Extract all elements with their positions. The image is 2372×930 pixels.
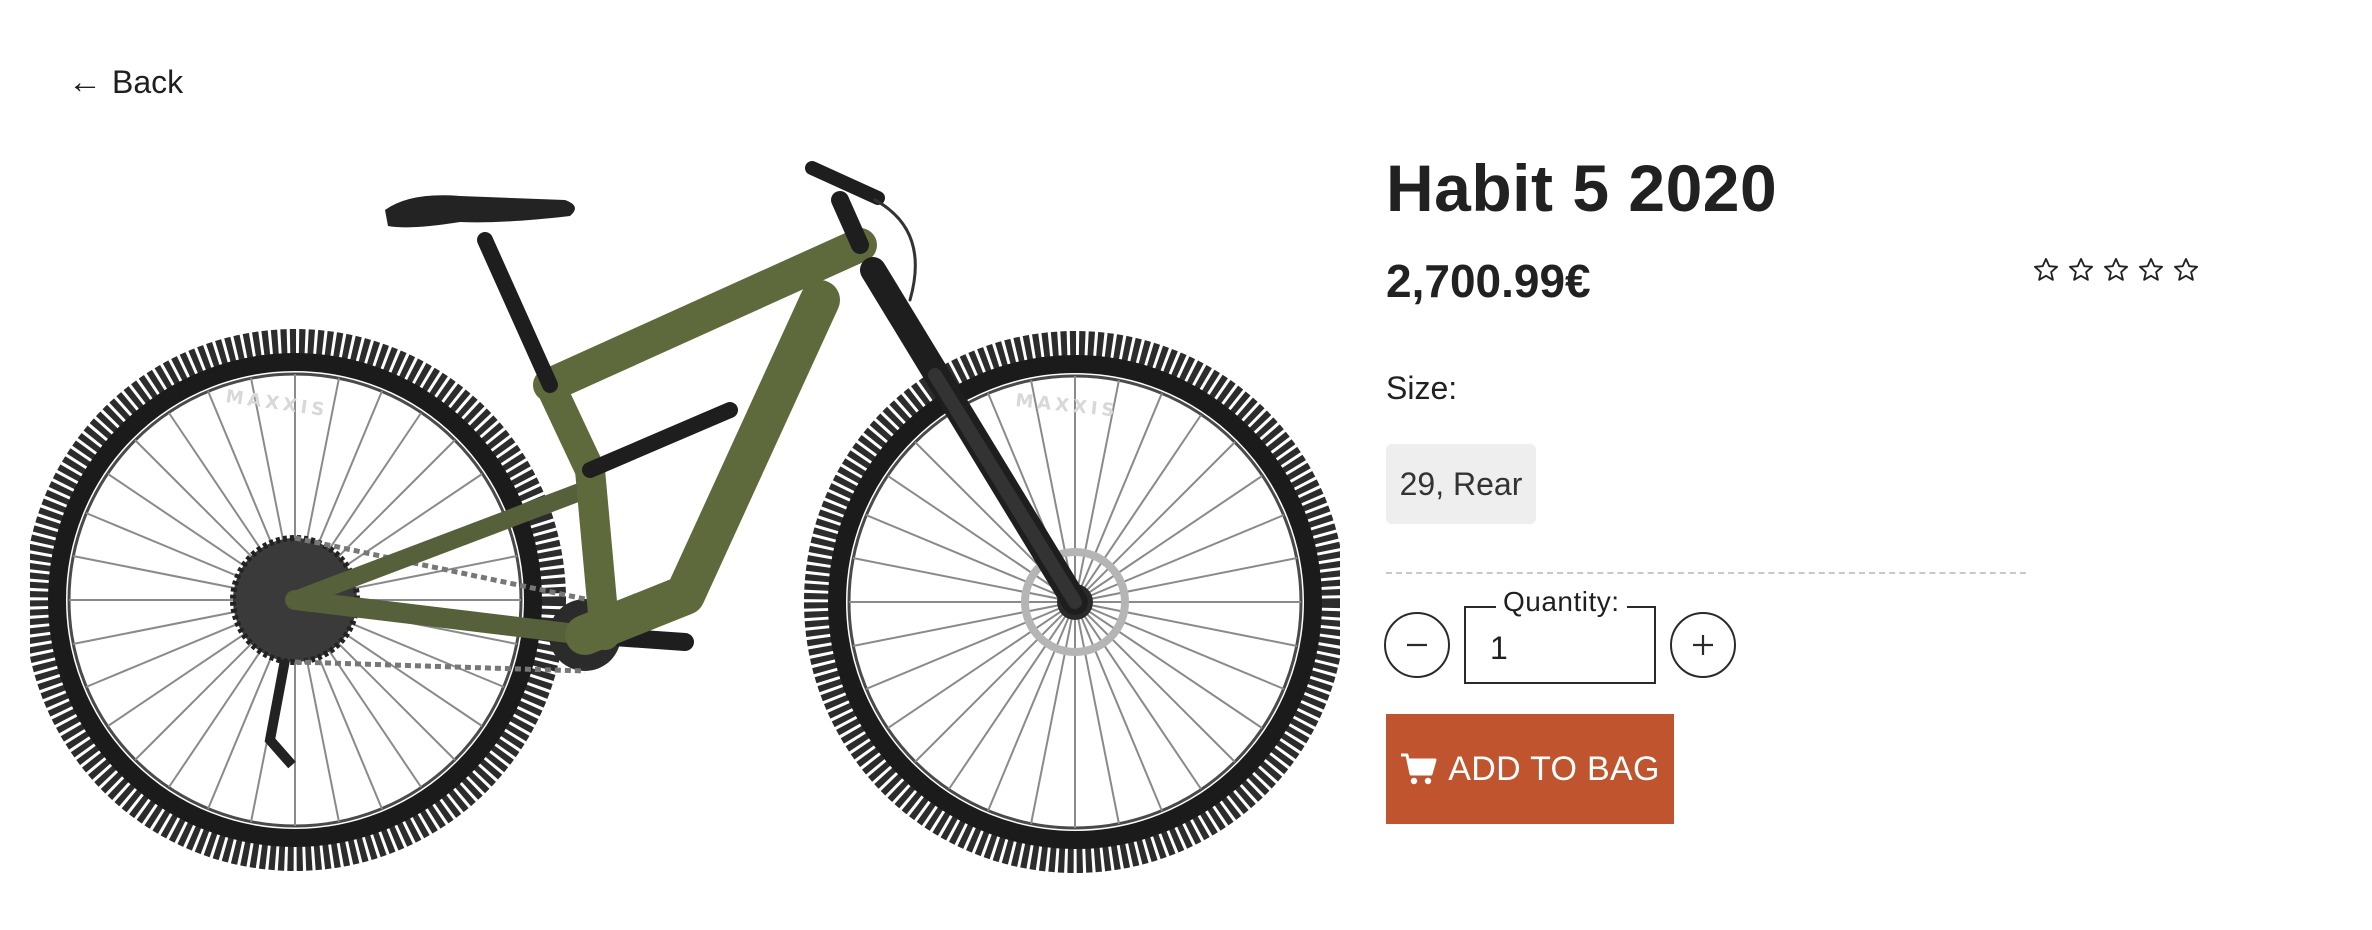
svg-text:MAXXIS: MAXXIS [224, 386, 329, 421]
star-rating[interactable] [2032, 256, 2200, 284]
star-icon[interactable] [2172, 256, 2200, 284]
minus-icon [1407, 643, 1427, 647]
bike-illustration: MAXXIS MAXXIS [30, 161, 1340, 873]
svg-text:MAXXIS: MAXXIS [1014, 390, 1119, 422]
product-image: MAXXIS MAXXIS [30, 140, 1340, 880]
increase-quantity-button[interactable] [1670, 612, 1736, 678]
product-price: 2,700.99€ [1386, 255, 1591, 307]
quantity-input[interactable] [1490, 626, 1640, 670]
cart-icon [1400, 752, 1438, 786]
size-label: Size: [1386, 370, 1458, 406]
back-arrow-icon: ← [68, 63, 102, 101]
back-label: Back [112, 63, 184, 100]
decrease-quantity-button[interactable] [1384, 612, 1450, 678]
add-to-bag-button[interactable]: ADD TO BAG [1386, 714, 1674, 824]
star-icon[interactable] [2067, 256, 2095, 284]
star-icon[interactable] [2032, 256, 2060, 284]
drivetrain [230, 535, 694, 769]
saddle [385, 195, 575, 228]
size-option-29-rear[interactable]: 29, Rear [1386, 444, 1536, 524]
add-to-bag-label: ADD TO BAG [1448, 749, 1660, 788]
plus-icon [1693, 635, 1713, 655]
star-icon[interactable] [2137, 256, 2165, 284]
back-link[interactable]: ← Back [68, 60, 183, 104]
star-icon[interactable] [2102, 256, 2130, 284]
quantity-field: Quantity: [1464, 586, 1656, 684]
quantity-label: Quantity: [1496, 586, 1627, 618]
product-title: Habit 5 2020 [1386, 151, 1778, 225]
frame [285, 228, 877, 655]
divider [1386, 572, 2026, 574]
